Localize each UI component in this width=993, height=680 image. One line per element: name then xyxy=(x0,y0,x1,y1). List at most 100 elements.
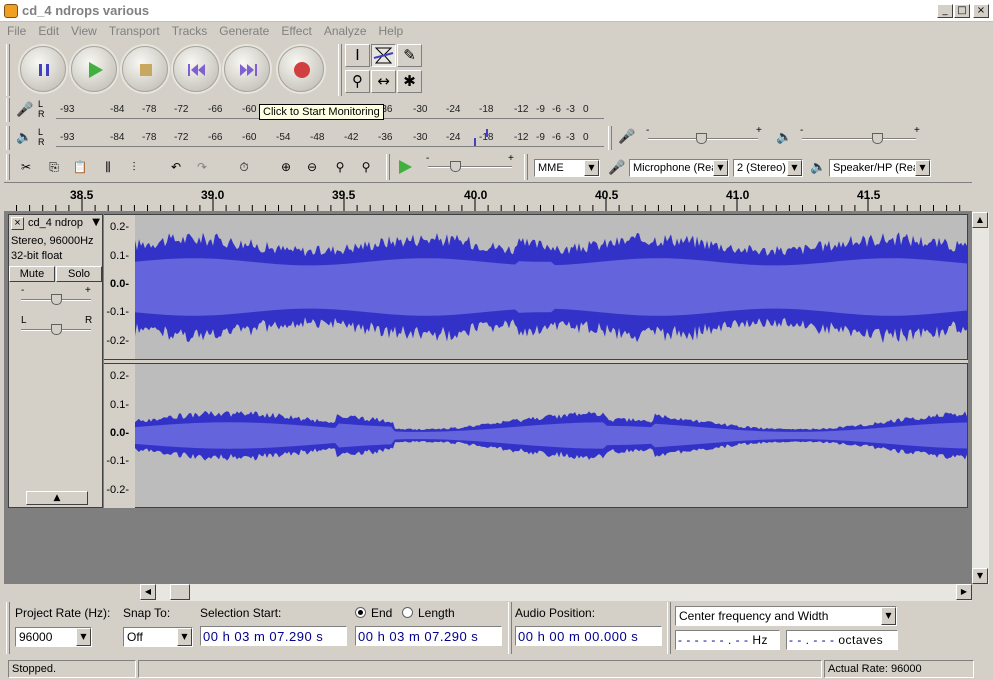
paste-icon[interactable]: 📋 xyxy=(70,157,90,177)
device-toolbar-grip[interactable] xyxy=(524,154,528,180)
channels-select[interactable]: 2 (Stereo) ▼ xyxy=(733,159,803,177)
menu-file[interactable]: File xyxy=(0,22,31,38)
selection-end-field[interactable]: 00 h 03 m 07.290 s xyxy=(355,626,502,646)
scroll-right-button[interactable]: ▶ xyxy=(956,584,972,600)
tools-grip[interactable] xyxy=(338,44,342,96)
track-name-menu[interactable]: cd_4 ndrop ▼ xyxy=(26,217,100,231)
selection-toolbar-grip[interactable] xyxy=(6,602,10,654)
waveform-left-channel[interactable] xyxy=(135,214,968,359)
track-control-panel[interactable]: × cd_4 ndrop ▼ Stereo, 96000Hz 32-bit flo… xyxy=(8,214,103,508)
multi-tool[interactable]: ✱ xyxy=(397,70,422,93)
center-frequency-field[interactable]: - - - - - - . - - Hz xyxy=(675,630,780,650)
window-title: cd_4 ndrops various xyxy=(22,3,150,18)
edit-toolbar-grip[interactable] xyxy=(6,154,10,180)
menu-help[interactable]: Help xyxy=(372,22,409,38)
fit-project-icon[interactable]: ⚲ xyxy=(356,157,376,177)
meter-tick: -18 xyxy=(479,104,494,115)
playback-meter[interactable]: 🔈 L R -93 -84 -78 -72 -66 -60 -54 -48 -4… xyxy=(12,127,604,148)
toolbar-grip[interactable] xyxy=(6,44,10,96)
play-button[interactable] xyxy=(71,46,117,92)
stop-button[interactable] xyxy=(122,46,168,92)
slider-minus: - xyxy=(426,153,430,164)
slider-thumb[interactable] xyxy=(450,161,461,172)
cut-icon[interactable]: ✂ xyxy=(16,157,36,177)
mixer-grip[interactable] xyxy=(608,126,612,150)
audio-position-grip[interactable] xyxy=(508,602,512,654)
selection-start-field[interactable]: 00 h 03 m 07.290 s xyxy=(200,626,347,646)
gain-slider[interactable]: - + xyxy=(19,285,95,307)
menu-analyze[interactable]: Analyze xyxy=(317,22,372,38)
slider-thumb[interactable] xyxy=(51,294,62,305)
fit-selection-icon[interactable]: ⚲ xyxy=(330,157,350,177)
minimize-button[interactable]: _ xyxy=(937,4,953,18)
collapse-track-button[interactable]: ▲ xyxy=(26,491,88,505)
redo-icon[interactable]: ↷ xyxy=(192,157,212,177)
spectral-toolbar-grip[interactable] xyxy=(667,602,671,654)
mute-button[interactable]: Mute xyxy=(9,266,55,282)
waveform-right-channel[interactable] xyxy=(135,364,968,508)
slider-thumb[interactable] xyxy=(51,324,62,335)
skip-to-end-button[interactable] xyxy=(224,46,270,92)
solo-button[interactable]: Solo xyxy=(56,266,102,282)
app-icon xyxy=(4,4,18,18)
bandwidth-field[interactable]: - - . - - - octaves xyxy=(786,630,898,650)
menu-tracks[interactable]: Tracks xyxy=(165,22,213,38)
undo-icon[interactable]: ↶ xyxy=(166,157,186,177)
end-label: End xyxy=(371,606,393,620)
pause-button[interactable] xyxy=(20,46,66,92)
audio-position-field[interactable]: 00 h 00 m 00.000 s xyxy=(515,626,662,646)
menu-effect[interactable]: Effect xyxy=(274,22,316,38)
pan-slider[interactable]: L R xyxy=(19,315,95,337)
selection-start-label: Selection Start: xyxy=(200,606,282,620)
snap-to-select[interactable]: Off ▼ xyxy=(123,627,193,647)
length-radio[interactable] xyxy=(402,607,413,618)
menu-generate[interactable]: Generate xyxy=(212,22,274,38)
slider-thumb[interactable] xyxy=(696,133,707,144)
scroll-left-button[interactable]: ◀ xyxy=(140,584,156,600)
slider-track xyxy=(802,138,916,140)
menu-transport[interactable]: Transport xyxy=(102,22,165,38)
timeshift-tool[interactable]: ↔ xyxy=(371,70,396,93)
scroll-down-button[interactable]: ▼ xyxy=(972,568,988,584)
zoom-tool[interactable]: ⚲ xyxy=(345,70,370,93)
selection-tool[interactable]: I xyxy=(345,44,370,67)
gain-minus: - xyxy=(21,285,25,296)
copy-icon[interactable]: ⎘ xyxy=(44,157,64,177)
slider-thumb[interactable] xyxy=(872,133,883,144)
menu-edit[interactable]: Edit xyxy=(31,22,64,38)
play-meter-grip[interactable] xyxy=(6,126,10,150)
play-at-speed-button[interactable] xyxy=(396,158,414,179)
play-at-speed-grip[interactable] xyxy=(386,154,390,180)
draw-tool[interactable]: ✎ xyxy=(397,44,422,67)
stop-icon xyxy=(140,64,152,76)
audio-host-select[interactable]: MME ▼ xyxy=(534,159,600,177)
close-button[interactable]: × xyxy=(973,4,989,18)
ruler-label: 41.5 xyxy=(857,188,881,202)
sync-lock-icon[interactable]: ⏱ xyxy=(234,157,254,177)
record-meter-grip[interactable] xyxy=(6,98,10,122)
output-device-select[interactable]: Speaker/HP (Rea ▼ xyxy=(829,159,931,177)
skip-to-start-button[interactable] xyxy=(173,46,219,92)
end-radio[interactable] xyxy=(355,607,366,618)
scroll-thumb[interactable] xyxy=(170,584,190,600)
maximize-button[interactable]: □ xyxy=(954,4,970,18)
speaker-icon: 🔈 xyxy=(776,130,793,145)
spectral-mode-select[interactable]: Center frequency and Width ▼ xyxy=(675,606,897,626)
envelope-tool[interactable] xyxy=(371,44,396,67)
scroll-up-button[interactable]: ▲ xyxy=(972,212,988,228)
vertical-scrollbar[interactable]: ▲ ▼ xyxy=(972,212,989,584)
timeline-ruler[interactable]: 38.5 39.0 39.5 40.0 40.5 41.0 41.5 xyxy=(4,182,972,212)
record-button[interactable] xyxy=(278,46,324,92)
menu-view[interactable]: View xyxy=(64,22,102,38)
track-close-button[interactable]: × xyxy=(11,217,24,230)
output-volume-slider[interactable]: - + xyxy=(800,125,920,148)
zoom-out-icon[interactable]: ⊖ xyxy=(302,157,322,177)
playback-speed-slider[interactable]: - + xyxy=(426,153,514,176)
input-volume-slider[interactable]: - + xyxy=(646,125,762,148)
trim-icon[interactable]: ⫼ xyxy=(98,157,118,177)
zoom-in-icon[interactable]: ⊕ xyxy=(276,157,296,177)
horizontal-scrollbar[interactable]: ◀ ▶ xyxy=(140,584,972,601)
silence-icon[interactable]: ⫶ xyxy=(124,157,144,177)
input-device-select[interactable]: Microphone (Rea ▼ xyxy=(629,159,729,177)
project-rate-select[interactable]: 96000 ▼ xyxy=(15,627,92,647)
